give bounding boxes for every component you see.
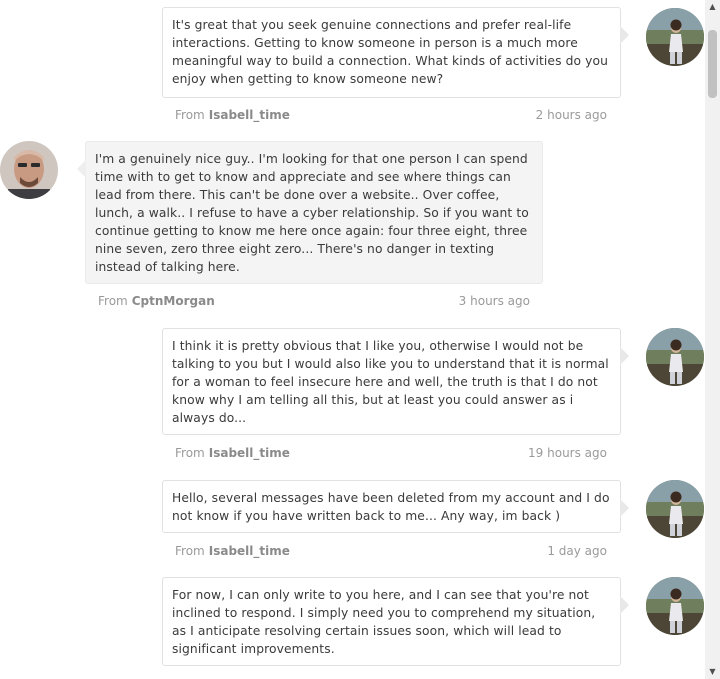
message-timestamp: 2 hours ago — [535, 108, 607, 122]
message-bubble: For now, I can only write to you here, a… — [162, 577, 629, 666]
vertical-scrollbar[interactable]: ▲ ▼ — [705, 0, 720, 679]
message-timestamp: 3 hours ago — [458, 294, 530, 308]
avatar[interactable] — [646, 577, 704, 635]
message-text: I think it is pretty obvious that I like… — [172, 339, 609, 425]
triangle-down-icon[interactable]: ▼ — [705, 665, 720, 679]
message-meta: From Isabell_time 19 hours ago — [175, 445, 607, 461]
message-bubble: It's great that you seek genuine connect… — [162, 7, 629, 98]
message-text: It's great that you seek genuine connect… — [172, 18, 609, 86]
from-label: From — [175, 108, 205, 122]
triangle-up-icon[interactable]: ▲ — [705, 0, 720, 14]
message-meta: From Isabell_time 2 hours ago — [175, 107, 607, 123]
message-text: I'm a genuinely nice guy.. I'm looking f… — [95, 152, 529, 274]
avatar[interactable] — [646, 328, 704, 386]
sender-username[interactable]: Isabell_time — [209, 544, 290, 558]
avatar[interactable] — [646, 8, 704, 66]
message-text: Hello, several messages have been delete… — [172, 491, 610, 523]
from-label: From — [98, 294, 128, 308]
message-bubble: I think it is pretty obvious that I like… — [162, 328, 629, 435]
avatar[interactable] — [0, 141, 58, 199]
sender-username[interactable]: Isabell_time — [209, 108, 290, 122]
message-text: For now, I can only write to you here, a… — [172, 588, 596, 656]
message-timestamp: 1 day ago — [547, 544, 607, 558]
scrollbar-thumb[interactable] — [708, 30, 717, 98]
sender-username[interactable]: CptnMorgan — [132, 294, 215, 308]
message-thread: It's great that you seek genuine connect… — [0, 0, 705, 679]
message-bubble: Hello, several messages have been delete… — [162, 480, 629, 533]
from-label: From — [175, 446, 205, 460]
message-bubble: I'm a genuinely nice guy.. I'm looking f… — [77, 141, 543, 284]
message-meta: From Isabell_time 1 day ago — [175, 543, 607, 559]
from-label: From — [175, 544, 205, 558]
sender-username[interactable]: Isabell_time — [209, 446, 290, 460]
message-timestamp: 19 hours ago — [528, 446, 607, 460]
avatar[interactable] — [646, 480, 704, 538]
message-meta: From CptnMorgan 3 hours ago — [98, 293, 530, 309]
